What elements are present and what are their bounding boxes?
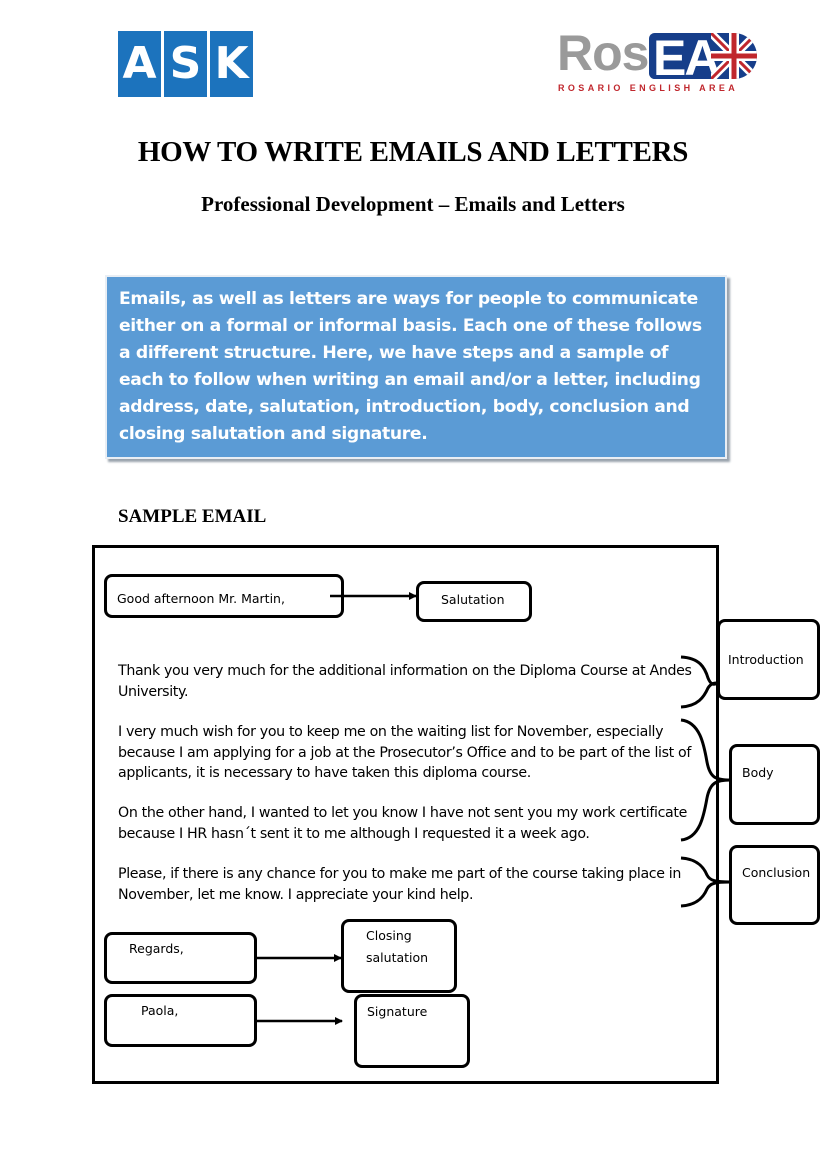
ask-logo: A S K <box>118 31 253 97</box>
conclusion-label-box: Conclusion <box>729 845 820 925</box>
union-jack-flag-icon <box>711 33 757 79</box>
page-title: HOW TO WRITE EMAILS AND LETTERS <box>137 136 689 168</box>
ask-logo-letter: A <box>118 31 161 97</box>
page-subtitle: Professional Development – Emails and Le… <box>201 192 625 216</box>
closing-salutation-label-box: Closing salutation <box>341 919 457 993</box>
salutation-label: Salutation <box>441 592 505 607</box>
greeting-box: Good afternoon Mr. Martin, <box>104 574 344 618</box>
body-label-box: Body <box>729 744 820 825</box>
introduction-label-box: Introduction <box>717 619 820 700</box>
email-paragraph-introduction: Thank you very much for the additional i… <box>118 663 692 700</box>
rosea-logo-badge: EA <box>649 33 757 79</box>
ask-logo-letter: K <box>210 31 253 97</box>
intro-callout: Emails, as well as letters are ways for … <box>105 275 727 459</box>
sample-email-heading: SAMPLE EMAIL <box>118 506 267 527</box>
body-label: Body <box>742 765 774 780</box>
signature-text: Paola, <box>141 1003 179 1018</box>
rosea-logo-badge-text: EA <box>653 33 720 79</box>
closing-salutation-label-line1: Closing <box>366 928 412 943</box>
closing-text: Regards, <box>129 941 184 956</box>
closing-salutation-label-line2: salutation <box>366 950 429 965</box>
signature-box: Paola, <box>104 994 257 1047</box>
signature-label: Signature <box>367 1004 428 1019</box>
email-paragraph-body-2: On the other hand, I wanted to let you k… <box>118 805 687 842</box>
greeting-text: Good afternoon Mr. Martin, <box>117 591 285 606</box>
rosea-logo-tagline: ROSARIO ENGLISH AREA <box>558 83 739 93</box>
conclusion-label: Conclusion <box>742 865 811 880</box>
rosea-logo-prefix: Ros <box>557 25 649 81</box>
email-paragraph-body-1: I very much wish for you to keep me on t… <box>118 724 692 781</box>
ask-logo-letter: S <box>164 31 207 97</box>
signature-label-box: Signature <box>354 994 470 1068</box>
rosea-logo: Ros EA ROSARIO ENGLISH AREA <box>557 25 762 100</box>
closing-box: Regards, <box>104 932 257 984</box>
salutation-label-box: Salutation <box>416 581 532 622</box>
intro-text: Emails, as well as letters are ways for … <box>119 289 702 444</box>
email-paragraph-conclusion: Please, if there is any chance for you t… <box>118 866 682 903</box>
introduction-label: Introduction <box>728 652 804 667</box>
